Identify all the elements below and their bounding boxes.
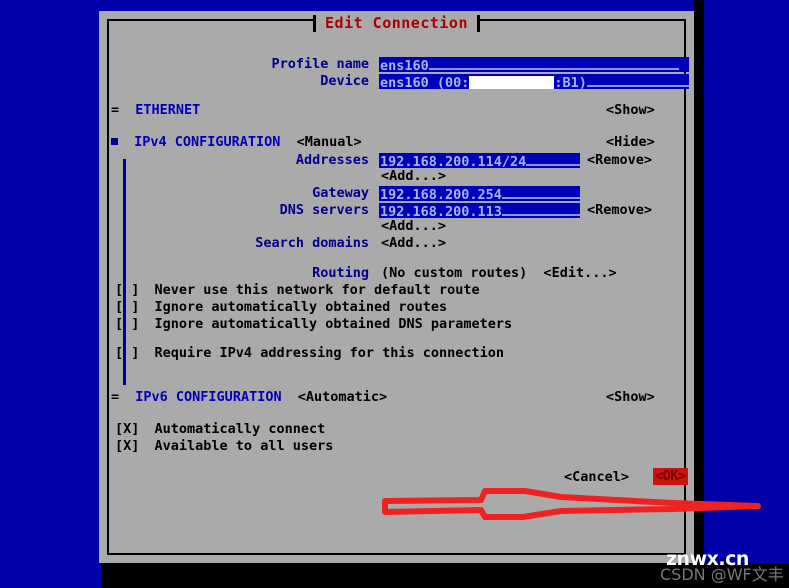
- routing-value: (No custom routes): [381, 265, 528, 281]
- device-input-wrap[interactable]: ens160 (00: :B1): [379, 73, 689, 89]
- checkbox-require-ipv4[interactable]: [ ] Require IPv4 addressing for this con…: [115, 345, 504, 361]
- checkbox-label: Available to all users: [154, 438, 334, 454]
- ipv4-hide-button[interactable]: <Hide>: [606, 134, 655, 150]
- addresses-label: Addresses: [295, 152, 369, 168]
- screen-top-strip: [99, 0, 694, 11]
- addresses-row: Addresses: [109, 152, 369, 168]
- checkbox-label: Automatically connect: [154, 421, 326, 437]
- search-domains-add-button[interactable]: <Add...>: [381, 235, 446, 251]
- checkbox-label: Never use this network for default route: [154, 282, 480, 298]
- profile-name-input[interactable]: ens160: [379, 56, 689, 72]
- dns-fill: [501, 203, 580, 216]
- routing-value-wrap: (No custom routes) <Edit...>: [381, 265, 617, 281]
- ipv6-label: IPv6 CONFIGURATION: [135, 389, 282, 405]
- red-arrow-annotation: [382, 488, 761, 520]
- checkbox-available-all-users[interactable]: [X] Available to all users: [115, 438, 333, 454]
- device-input[interactable]: ens160 (00: :B1): [379, 73, 689, 89]
- dns-row: DNS servers: [109, 202, 369, 218]
- checkbox-state: [ ]: [115, 316, 140, 332]
- checkbox-state: [ ]: [115, 345, 140, 361]
- checkbox-label: Require IPv4 addressing for this connect…: [154, 345, 505, 361]
- device-row: Device: [109, 73, 369, 89]
- device-label: Device: [320, 73, 369, 89]
- dns-input-wrap[interactable]: 192.168.200.113: [379, 202, 580, 218]
- checkbox-never-default-route[interactable]: [ ] Never use this network for default r…: [115, 282, 480, 298]
- ipv6-show-button[interactable]: <Show>: [606, 389, 655, 405]
- screen-bottom-bar: [0, 563, 789, 588]
- profile-name-label: Profile name: [271, 56, 369, 72]
- checkbox-state: [X]: [115, 438, 140, 454]
- ok-button[interactable]: <OK>: [653, 468, 688, 485]
- routing-edit-button[interactable]: <Edit...>: [543, 265, 616, 281]
- profile-name-row: Profile name: [109, 56, 369, 72]
- cancel-button[interactable]: <Cancel>: [564, 469, 629, 485]
- ipv6-mode-select[interactable]: <Automatic>: [298, 389, 387, 405]
- device-mac-redaction: [469, 76, 555, 89]
- screen-bottom-left: [0, 563, 101, 588]
- ethernet-label: ETHERNET: [135, 102, 201, 118]
- dns-remove-button[interactable]: <Remove>: [587, 202, 652, 218]
- ipv4-expanded-marker: [111, 137, 118, 145]
- dialog-content: Profile name ens160 Device ens160 (00: :B…: [109, 37, 761, 547]
- checkbox-state: [X]: [115, 421, 140, 437]
- dns-add-button[interactable]: <Add...>: [381, 218, 446, 234]
- ipv4-mode-select[interactable]: <Manual>: [297, 134, 362, 150]
- ethernet-collapsed-marker: =: [111, 102, 120, 118]
- gateway-input[interactable]: 192.168.200.254: [379, 185, 580, 201]
- checkbox-label: Ignore automatically obtained DNS parame…: [154, 316, 513, 332]
- device-value-prefix: ens160 (00:: [380, 74, 470, 89]
- dns-value: 192.168.200.113: [380, 203, 502, 218]
- checkbox-ignore-routes[interactable]: [ ] Ignore automatically obtained routes: [115, 299, 447, 315]
- checkbox-state: [ ]: [115, 282, 140, 298]
- addresses-fill: [526, 153, 580, 166]
- addresses-value: 192.168.200.114/24: [380, 153, 527, 168]
- addresses-input-wrap[interactable]: 192.168.200.114/24: [379, 152, 580, 168]
- search-domains-label: Search domains: [255, 235, 369, 251]
- terminal-screen: Edit Connection Profile name ens160 Devi…: [0, 0, 789, 588]
- gateway-value: 192.168.200.254: [380, 186, 502, 201]
- addresses-add-button[interactable]: <Add...>: [381, 168, 446, 184]
- routing-row: Routing: [109, 265, 369, 281]
- checkbox-automatically-connect[interactable]: [X] Automatically connect: [115, 421, 325, 437]
- ipv6-section-header[interactable]: = IPv6 CONFIGURATION <Automatic>: [111, 389, 387, 405]
- profile-name-fill: [428, 57, 679, 70]
- gateway-input-wrap[interactable]: 192.168.200.254: [379, 185, 580, 201]
- routing-label: Routing: [312, 265, 369, 281]
- checkbox-ignore-dns[interactable]: [ ] Ignore automatically obtained DNS pa…: [115, 316, 512, 332]
- ipv6-collapsed-marker: =: [111, 389, 120, 405]
- checkbox-label: Ignore automatically obtained routes: [154, 299, 448, 315]
- checkbox-state: [ ]: [115, 299, 140, 315]
- edit-connection-dialog: Edit Connection Profile name ens160 Devi…: [99, 11, 761, 563]
- ethernet-section-header[interactable]: = ETHERNET: [111, 102, 200, 118]
- addresses-input[interactable]: 192.168.200.114/24: [379, 152, 580, 168]
- dns-input[interactable]: 192.168.200.113: [379, 202, 580, 218]
- gateway-row: Gateway: [109, 185, 369, 201]
- gateway-fill: [501, 186, 580, 199]
- screen-right-edge: [694, 0, 704, 563]
- search-domains-row: Search domains: [109, 235, 369, 251]
- dns-label: DNS servers: [279, 202, 369, 218]
- profile-name-input-wrap[interactable]: ens160: [379, 56, 689, 72]
- gateway-label: Gateway: [312, 185, 369, 201]
- addresses-remove-button[interactable]: <Remove>: [587, 152, 652, 168]
- device-value-suffix: :B1): [554, 74, 587, 89]
- device-fill: [586, 74, 689, 87]
- ipv4-section-header[interactable]: IPv4 CONFIGURATION <Manual>: [111, 134, 362, 150]
- profile-name-value: ens160: [380, 57, 429, 72]
- ethernet-show-button[interactable]: <Show>: [606, 102, 655, 118]
- ipv4-label: IPv4 CONFIGURATION: [134, 134, 281, 150]
